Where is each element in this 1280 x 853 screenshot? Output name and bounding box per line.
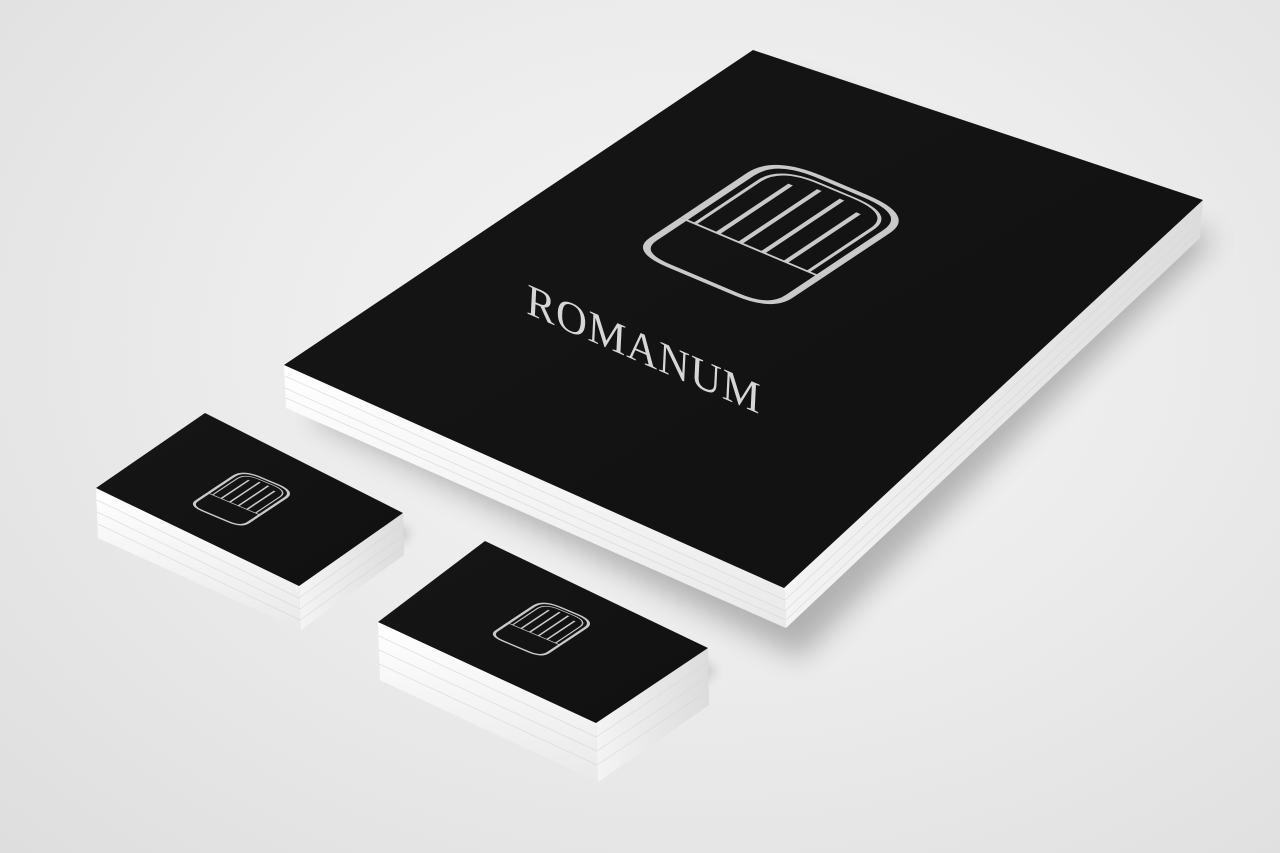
stationery-mockup-scene: ROMANUM bbox=[96, 50, 1215, 782]
paper-stack-top bbox=[284, 50, 1203, 588]
paper-stack: ROMANUM bbox=[284, 50, 1215, 658]
business-card-stack-left bbox=[96, 413, 411, 630]
